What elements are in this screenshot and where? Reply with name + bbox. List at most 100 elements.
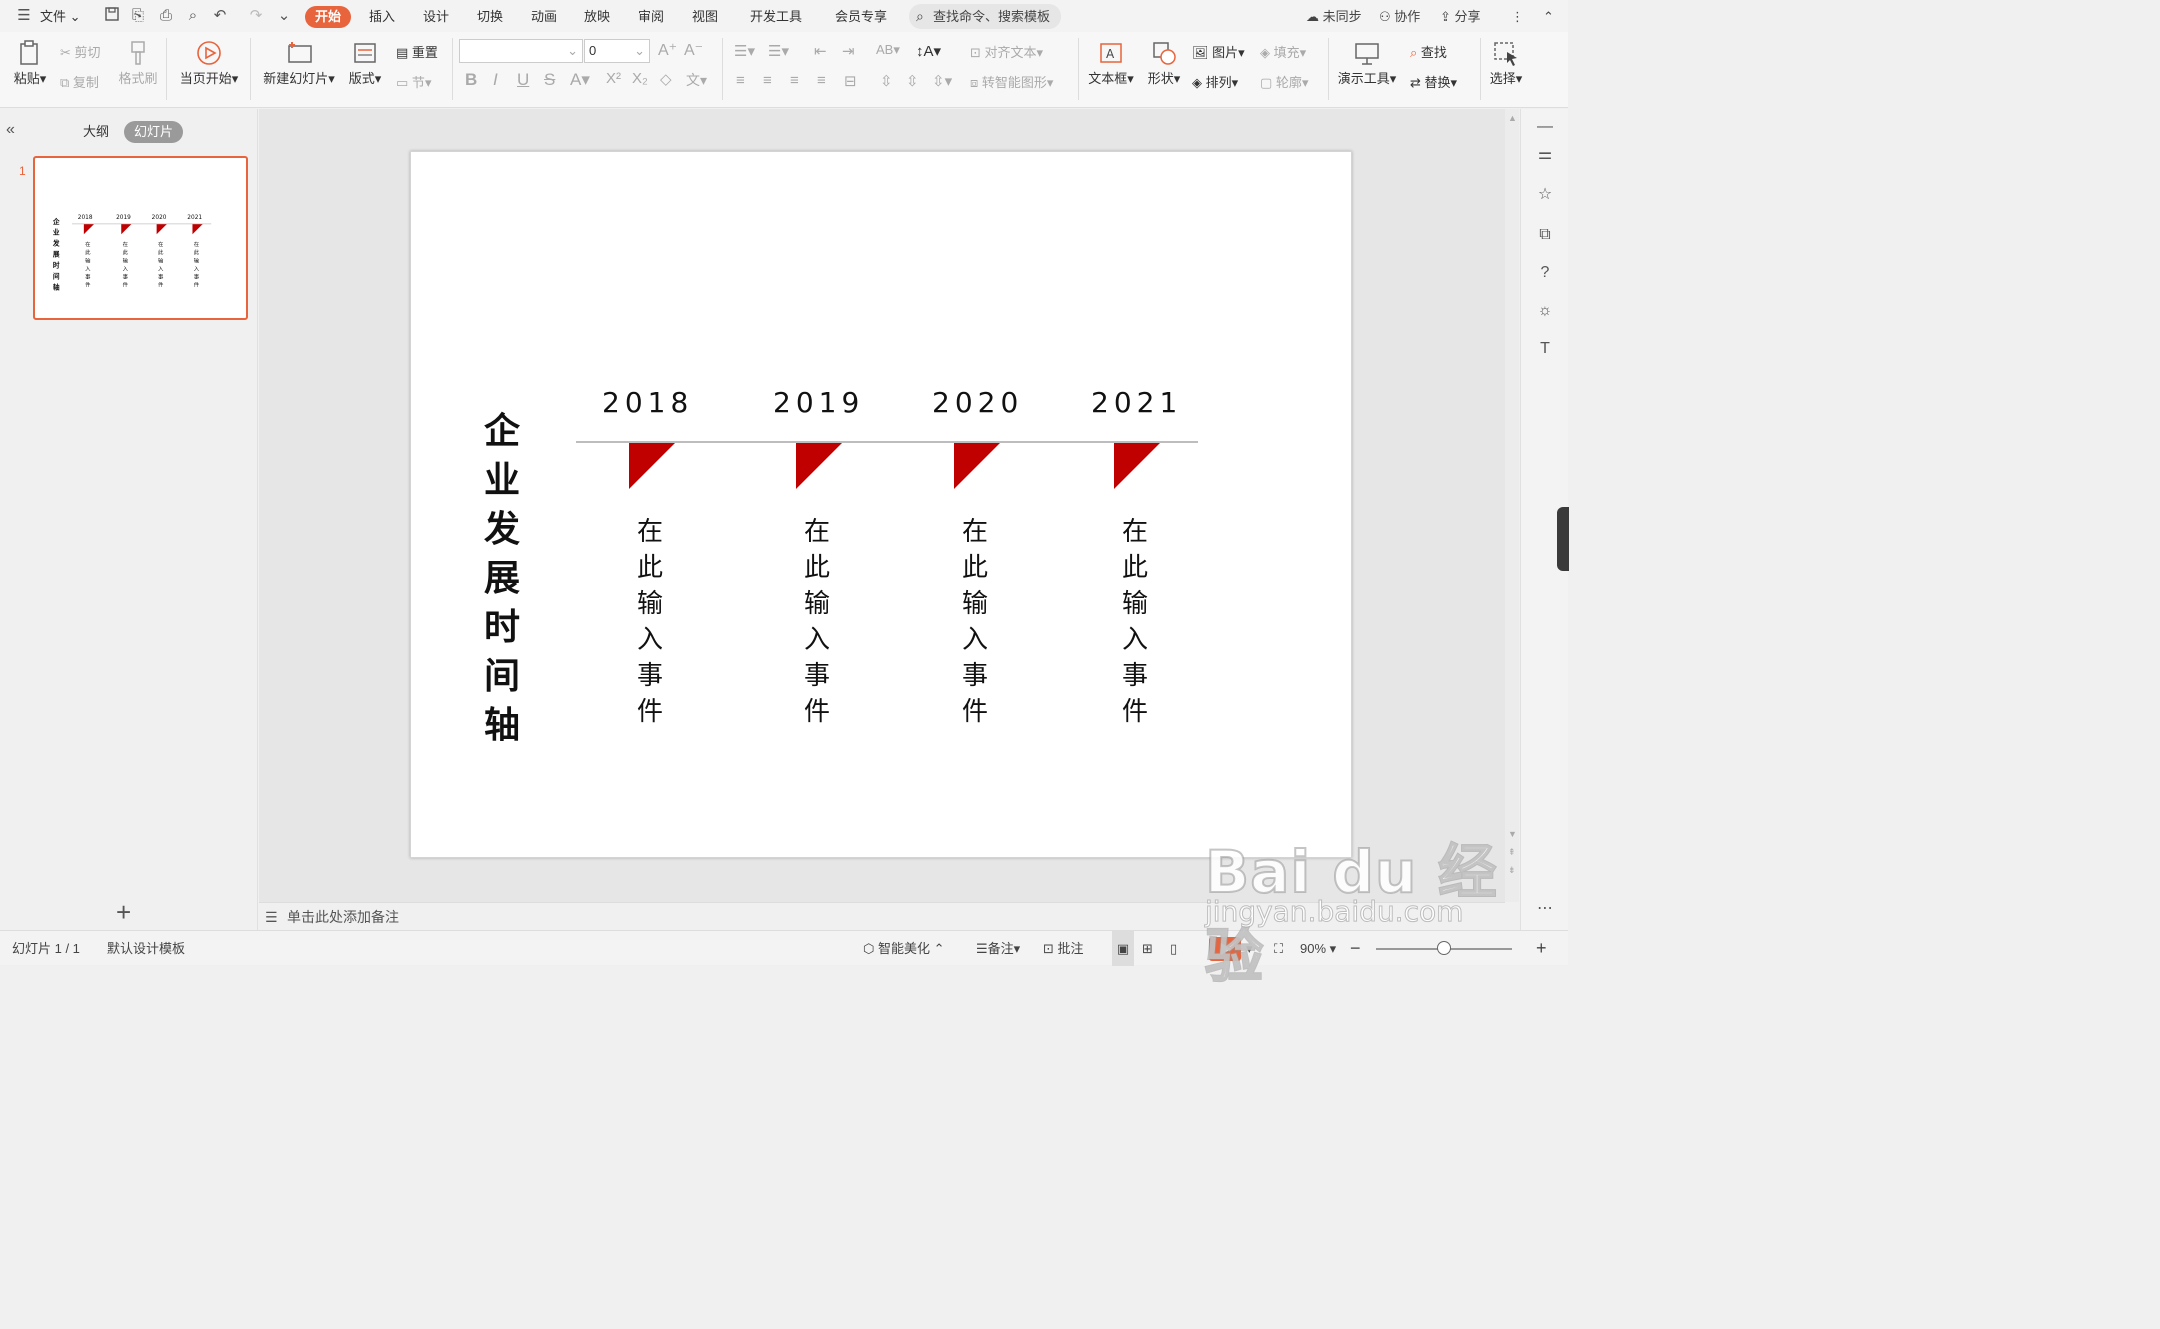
align-left-icon[interactable]: ≡ — [736, 72, 745, 89]
more-icon[interactable]: ⋯ — [1535, 899, 1555, 919]
event-text[interactable]: 在此输入事件 — [630, 514, 670, 730]
columns-icon[interactable]: ⇳ — [906, 72, 919, 90]
notes-area[interactable]: ☰ 单击此处添加备注 — [259, 902, 1505, 930]
lightbulb-icon[interactable]: ☼ — [1535, 301, 1555, 321]
template-name[interactable]: 默认设计模板 — [107, 931, 185, 966]
find-button[interactable]: ⌕ 查找 — [1410, 42, 1447, 61]
event-text[interactable]: 在此输入事件 — [797, 514, 837, 730]
zoom-out-icon[interactable]: − — [1350, 931, 1361, 966]
smart-beautify-button[interactable]: ⬡ 智能美化 ⌃ — [863, 931, 945, 966]
italic-icon[interactable]: I — [493, 70, 498, 90]
format-painter-button[interactable]: 格式刷 — [116, 38, 160, 87]
tab-review[interactable]: 审阅 — [634, 6, 668, 28]
phonetic-icon[interactable]: 文▾ — [686, 70, 707, 90]
picture-button[interactable]: 🖼 图片▾ — [1192, 42, 1245, 61]
notes-toggle-button[interactable]: ☰备注▾ — [976, 931, 1020, 966]
slide-canvas[interactable]: 企业发展时间轴 2018 2019 2020 2021 在此输入事件在此输入事件在此输… — [410, 151, 1352, 858]
subscript-icon[interactable]: X₂ — [632, 70, 648, 87]
event-text[interactable]: 在此输入事件 — [955, 514, 995, 730]
underline-icon[interactable]: U — [517, 70, 529, 90]
year-label[interactable]: 2021 — [1091, 386, 1182, 419]
redo-icon[interactable]: ↷ — [246, 6, 266, 26]
year-label[interactable]: 2018 — [602, 386, 693, 419]
collaborate-button[interactable]: ⚇ 协作 — [1379, 6, 1420, 28]
reading-view-icon[interactable]: ▯ — [1170, 931, 1177, 966]
undo-icon[interactable]: ↶ — [210, 6, 230, 26]
text-direction-icon[interactable]: ↕A▾ — [916, 42, 941, 60]
scroll-down-icon[interactable]: ▼ — [1508, 829, 1517, 839]
tab-transition[interactable]: 切换 — [473, 6, 507, 28]
align-text-button[interactable]: ⊡ 对齐文本▾ — [970, 42, 1043, 61]
new-slide-button[interactable]: 新建幻灯片▾ — [260, 38, 338, 87]
replace-button[interactable]: ⇄ 替换▾ — [1410, 72, 1457, 91]
event-text[interactable]: 在此输入事件 — [1115, 514, 1155, 730]
timeline-flag-marker[interactable] — [629, 443, 675, 489]
collapse-ribbon-icon[interactable]: ⌃ — [1543, 6, 1554, 28]
outline-button[interactable]: ▢ 轮廓▾ — [1260, 72, 1308, 91]
reset-button[interactable]: ▤ 重置 — [396, 42, 438, 61]
more-options-icon[interactable]: ⋮ — [1511, 6, 1524, 28]
add-slide-icon[interactable]: + — [116, 897, 131, 928]
sidebar-minimize-icon[interactable]: — — [1535, 117, 1555, 137]
convert-smartart-button[interactable]: ⧈ 转智能图形▾ — [970, 72, 1053, 91]
increase-indent-icon[interactable]: ⇥ — [842, 42, 855, 60]
print-icon[interactable]: ⎙ — [156, 6, 176, 26]
help-icon[interactable]: ? — [1535, 263, 1555, 283]
presentation-tools-button[interactable]: 演示工具▾ — [1336, 38, 1398, 87]
decrease-indent-icon[interactable]: ⇤ — [814, 42, 827, 60]
paste-button[interactable]: 粘贴▾ — [10, 38, 50, 87]
textbox-button[interactable]: A 文本框▾ — [1086, 38, 1136, 87]
shape-button[interactable]: 形状▾ — [1144, 38, 1184, 87]
tab-developer[interactable]: 开发工具 — [746, 6, 806, 28]
distribute-icon[interactable]: ⊟ — [844, 72, 857, 90]
decrease-font-icon[interactable]: A⁻ — [684, 40, 703, 60]
year-label[interactable]: 2019 — [773, 386, 864, 419]
text-icon[interactable]: T — [1535, 339, 1555, 359]
char-spacing-icon[interactable]: AB▾ — [876, 42, 900, 58]
collapse-panel-icon[interactable]: « — [6, 121, 15, 139]
normal-view-icon[interactable]: ▣ — [1112, 931, 1134, 966]
copy-button[interactable]: ⧉ 复制 — [60, 72, 99, 91]
layout-button[interactable]: 版式▾ — [344, 38, 386, 87]
next-slide-icon[interactable]: ⇟ — [1508, 865, 1516, 876]
play-from-current-button[interactable]: 当页开始▾ — [176, 38, 242, 87]
save-icon[interactable] — [102, 6, 122, 26]
tab-outline[interactable]: 大纲 — [73, 121, 119, 143]
clear-format-icon[interactable]: ◇ — [660, 70, 672, 88]
slide-thumbnail[interactable]: 企业发展时间轴 2018 在此输入事件 2019 在此输入事件 2020 在此输入事件 202… — [33, 156, 248, 320]
timeline-flag-marker[interactable] — [954, 443, 1000, 489]
scroll-up-icon[interactable]: ▲ — [1508, 113, 1517, 123]
tab-view[interactable]: 视图 — [688, 6, 722, 28]
slide-transition-icon[interactable]: ⧉ — [1535, 225, 1555, 245]
timeline-flag-marker[interactable] — [796, 443, 842, 489]
para-spacing-icon[interactable]: ⇳▾ — [932, 72, 952, 90]
animation-icon[interactable]: ☆ — [1535, 185, 1555, 205]
increase-font-icon[interactable]: A⁺ — [658, 40, 677, 60]
sync-status[interactable]: ☁ 未同步 — [1306, 6, 1362, 28]
vertical-scrollbar[interactable]: ▲ ▼ ⇞ ⇟ — [1505, 109, 1519, 902]
align-right-icon[interactable]: ≡ — [790, 72, 799, 89]
numbering-icon[interactable]: ☰▾ — [768, 42, 789, 60]
year-label[interactable]: 2020 — [932, 386, 1023, 419]
tab-animation[interactable]: 动画 — [527, 6, 561, 28]
justify-icon[interactable]: ≡ — [817, 72, 826, 89]
tab-slides[interactable]: 幻灯片 — [124, 121, 184, 143]
hamburger-menu-icon[interactable]: ☰ — [14, 6, 34, 26]
strikethrough-icon[interactable]: S — [544, 70, 555, 90]
tab-slideshow[interactable]: 放映 — [580, 6, 614, 28]
export-icon[interactable]: ⎘ — [128, 6, 148, 26]
section-button[interactable]: ▭ 节▾ — [396, 72, 431, 91]
side-handle[interactable] — [1557, 507, 1569, 571]
line-spacing-icon[interactable]: ⇳ — [880, 72, 893, 90]
timeline-flag-marker[interactable] — [1114, 443, 1160, 489]
file-menu[interactable]: 文件 ⌄ — [36, 6, 85, 28]
play-options-icon[interactable]: ▾ — [1246, 931, 1253, 966]
font-size-select[interactable]: 0 ⌄ — [584, 39, 650, 63]
zoom-slider-handle[interactable] — [1437, 941, 1451, 955]
zoom-in-icon[interactable]: + — [1536, 931, 1547, 966]
tab-design[interactable]: 设计 — [419, 6, 453, 28]
superscript-icon[interactable]: X² — [606, 70, 621, 87]
cut-button[interactable]: ✂ 剪切 — [60, 42, 101, 61]
slide-sorter-icon[interactable]: ⊞ — [1142, 931, 1153, 966]
font-color-icon[interactable]: A▾ — [570, 70, 590, 90]
